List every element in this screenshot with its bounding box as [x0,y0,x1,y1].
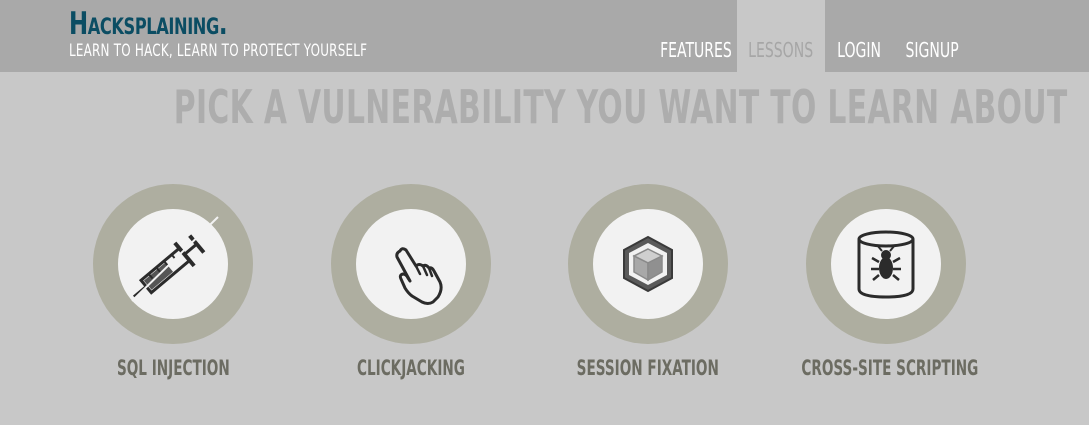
top-navigation-bar: Hacksplaining. Learn to hack, learn to p… [0,0,1089,72]
brand-name: Hacksplaining. [69,6,228,42]
cube-icon [623,235,673,293]
page-headline: Pick a vulnerability you want to learn a… [173,80,1068,134]
bug-in-database-icon [857,230,915,299]
lesson-icon-circle [118,209,228,319]
lesson-card-sql-injection[interactable]: SQL Injection [54,184,292,384]
lesson-label: SQL Injection [116,356,230,380]
lesson-label: Clickjacking [357,356,465,380]
lesson-icon-ring [568,184,728,344]
lesson-card-cross-site-scripting[interactable]: Cross-Site Scripting [767,184,1005,384]
pointing-hand-icon [395,247,443,305]
lesson-label: Session Fixation [576,356,720,380]
syringe-icon [131,216,219,302]
lesson-icon-ring [806,184,966,344]
nav-lessons-link[interactable]: Lessons [737,0,825,72]
nav-features-link[interactable]: Features [650,0,732,72]
brand-logo-link[interactable]: Hacksplaining. Learn to hack, learn to p… [69,8,451,61]
nav-signup-link[interactable]: Signup [898,0,964,72]
lesson-label: Cross-Site Scripting [801,356,979,380]
lesson-card-clickjacking[interactable]: Clickjacking [292,184,530,384]
lesson-icon-circle [831,209,941,319]
lesson-card-session-fixation[interactable]: Session Fixation [529,184,767,384]
lesson-icon-ring [331,184,491,344]
lesson-icon-circle [593,209,703,319]
lesson-icon-circle [356,209,466,319]
nav-login-link[interactable]: Login [830,0,888,72]
lesson-icon-ring [93,184,253,344]
brand-tagline: Learn to hack, learn to protect yourself [69,41,368,61]
